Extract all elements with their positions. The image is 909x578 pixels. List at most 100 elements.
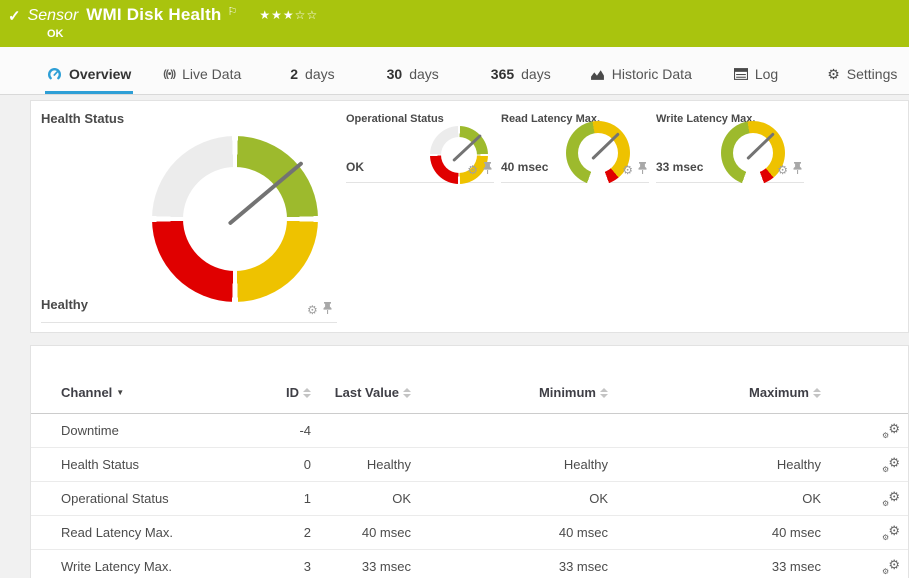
channel-id: 3 [303, 559, 311, 574]
tab-bar: Overview ((•)) Live Data 2 days 30 days … [0, 47, 909, 95]
channel-maximum: 40 msec [771, 525, 821, 540]
write-latency-value: 33 msec [656, 160, 704, 174]
tab-settings-label: Settings [846, 66, 898, 82]
channel-last-value: Healthy [366, 457, 411, 472]
channel-last-value: 40 msec [361, 525, 411, 540]
read-latency-value: 40 msec [501, 160, 549, 174]
gauges-panel: Health Status Healthy ⚙ Operational Stat… [30, 100, 909, 333]
column-header-minimum[interactable]: Minimum [539, 385, 608, 400]
health-status-gauge [152, 136, 318, 302]
tab-live-data[interactable]: ((•)) Live Data [161, 60, 243, 94]
table-row-read-latency[interactable]: Read Latency Max. 2 40 msec 40 msec 40 m… [31, 516, 908, 550]
sensor-title: WMI Disk Health [86, 5, 222, 24]
sensor-status-badge: OK [47, 28, 64, 40]
sensor-header: ✓ Sensor WMI Disk Health ⚐ ★★★☆☆ OK [0, 0, 909, 47]
channel-minimum: 40 msec [558, 525, 608, 540]
channels-table-panel: Channel ▼ ID Last Value Minimum Maximum [30, 345, 909, 578]
tab-2-days-label: days [305, 66, 335, 82]
tab-365-days-number: 365 [490, 66, 515, 82]
area-chart-icon [590, 68, 605, 81]
sort-carets-icon [403, 387, 411, 398]
priority-stars[interactable]: ★★★☆☆ [259, 8, 318, 22]
pin-icon[interactable] [483, 161, 492, 179]
channel-settings-gears-icon[interactable]: ⚙ ⚙ [882, 490, 900, 508]
tab-2-days[interactable]: 2 days [288, 60, 336, 94]
table-row-health-status[interactable]: Health Status 0 Healthy Healthy Healthy … [31, 448, 908, 482]
broadcast-icon: ((•)) [163, 68, 176, 80]
channel-last-value: 33 msec [361, 559, 411, 574]
status-ok-check-icon: ✓ [8, 8, 21, 25]
tab-log[interactable]: Log [732, 60, 780, 94]
gauge-settings-gear-icon[interactable]: ⚙ [307, 304, 318, 316]
pin-icon[interactable] [323, 301, 332, 319]
gauge-settings-gear-icon[interactable]: ⚙ [777, 164, 788, 176]
channel-maximum: OK [802, 491, 821, 506]
sort-carets-icon [813, 387, 821, 398]
log-icon [733, 68, 748, 80]
tab-30-days[interactable]: 30 days [385, 60, 441, 94]
table-row-downtime[interactable]: Downtime -4 ⚙ ⚙ [31, 414, 908, 448]
health-status-gauge-title: Health Status [41, 111, 125, 126]
sort-carets-icon [303, 387, 311, 398]
channel-id: 1 [303, 491, 311, 506]
pin-icon[interactable] [793, 161, 802, 179]
channel-id: -4 [299, 423, 311, 438]
channel-name: Health Status [61, 457, 140, 472]
column-header-id[interactable]: ID [286, 385, 311, 400]
column-header-id-label: ID [286, 385, 299, 400]
operational-status-value: OK [346, 160, 364, 174]
channel-minimum: OK [589, 491, 608, 506]
table-row-operational-status[interactable]: Operational Status 1 OK OK OK ⚙ ⚙ [31, 482, 908, 516]
tab-log-label: Log [754, 66, 779, 82]
write-latency-widget: Write Latency Max. 33 msec ⚙ [656, 109, 804, 185]
column-header-minimum-label: Minimum [538, 385, 596, 400]
channel-settings-gears-icon[interactable]: ⚙ ⚙ [882, 558, 900, 576]
object-kind-label: Sensor [27, 7, 79, 24]
tab-30-days-number: 30 [386, 66, 403, 82]
column-header-last-value[interactable]: Last Value [335, 385, 411, 400]
priority-flag-icon[interactable]: ⚐ [228, 5, 238, 18]
channel-name: Read Latency Max. [61, 525, 174, 540]
channel-settings-gears-icon[interactable]: ⚙ ⚙ [882, 524, 900, 542]
gauge-divider [41, 322, 337, 323]
channel-name: Operational Status [61, 491, 169, 506]
operational-status-title: Operational Status [346, 113, 444, 125]
tab-live-data-label: Live Data [182, 66, 242, 82]
gauge-icon [47, 67, 62, 81]
channel-minimum: 33 msec [558, 559, 608, 574]
tab-365-days[interactable]: 365 days [489, 60, 553, 94]
tab-historic-data[interactable]: Historic Data [588, 60, 694, 94]
column-header-last-value-label: Last Value [334, 385, 399, 400]
sort-carets-icon [600, 387, 608, 398]
table-row-write-latency[interactable]: Write Latency Max. 3 33 msec 33 msec 33 … [31, 550, 908, 578]
tab-historic-data-label: Historic Data [611, 66, 692, 82]
health-status-gauge-value: Healthy [41, 297, 88, 312]
channel-name: Write Latency Max. [61, 559, 173, 574]
page-content: Health Status Healthy ⚙ Operational Stat… [0, 95, 909, 578]
sort-descending-icon: ▼ [116, 388, 125, 397]
read-latency-gauge [566, 121, 630, 185]
gauge-settings-gear-icon[interactable]: ⚙ [467, 164, 478, 176]
gear-icon: ⚙ [827, 66, 840, 82]
tab-overview[interactable]: Overview [45, 60, 134, 94]
tab-overview-label: Overview [69, 66, 132, 82]
column-header-maximum[interactable]: Maximum [749, 385, 821, 400]
tab-365-days-label: days [521, 66, 551, 82]
channel-minimum: Healthy [563, 457, 608, 472]
gauge-settings-gear-icon[interactable]: ⚙ [622, 164, 633, 176]
read-latency-widget: Read Latency Max. 40 msec ⚙ [501, 109, 649, 185]
column-header-channel[interactable]: Channel ▼ [61, 385, 124, 400]
channel-id: 2 [303, 525, 311, 540]
write-latency-gauge [721, 121, 785, 185]
operational-status-widget: Operational Status OK ⚙ [346, 109, 494, 184]
channel-settings-gears-icon[interactable]: ⚙ ⚙ [882, 422, 900, 440]
channel-maximum: 33 msec [771, 559, 821, 574]
pin-icon[interactable] [638, 161, 647, 179]
channel-id: 0 [303, 457, 311, 472]
channel-settings-gears-icon[interactable]: ⚙ ⚙ [882, 456, 900, 474]
channel-name: Downtime [61, 423, 119, 438]
channel-maximum: Healthy [776, 457, 821, 472]
channel-last-value: OK [392, 491, 411, 506]
column-header-channel-label: Channel [61, 385, 113, 400]
tab-settings[interactable]: ⚙ Settings [825, 60, 899, 94]
